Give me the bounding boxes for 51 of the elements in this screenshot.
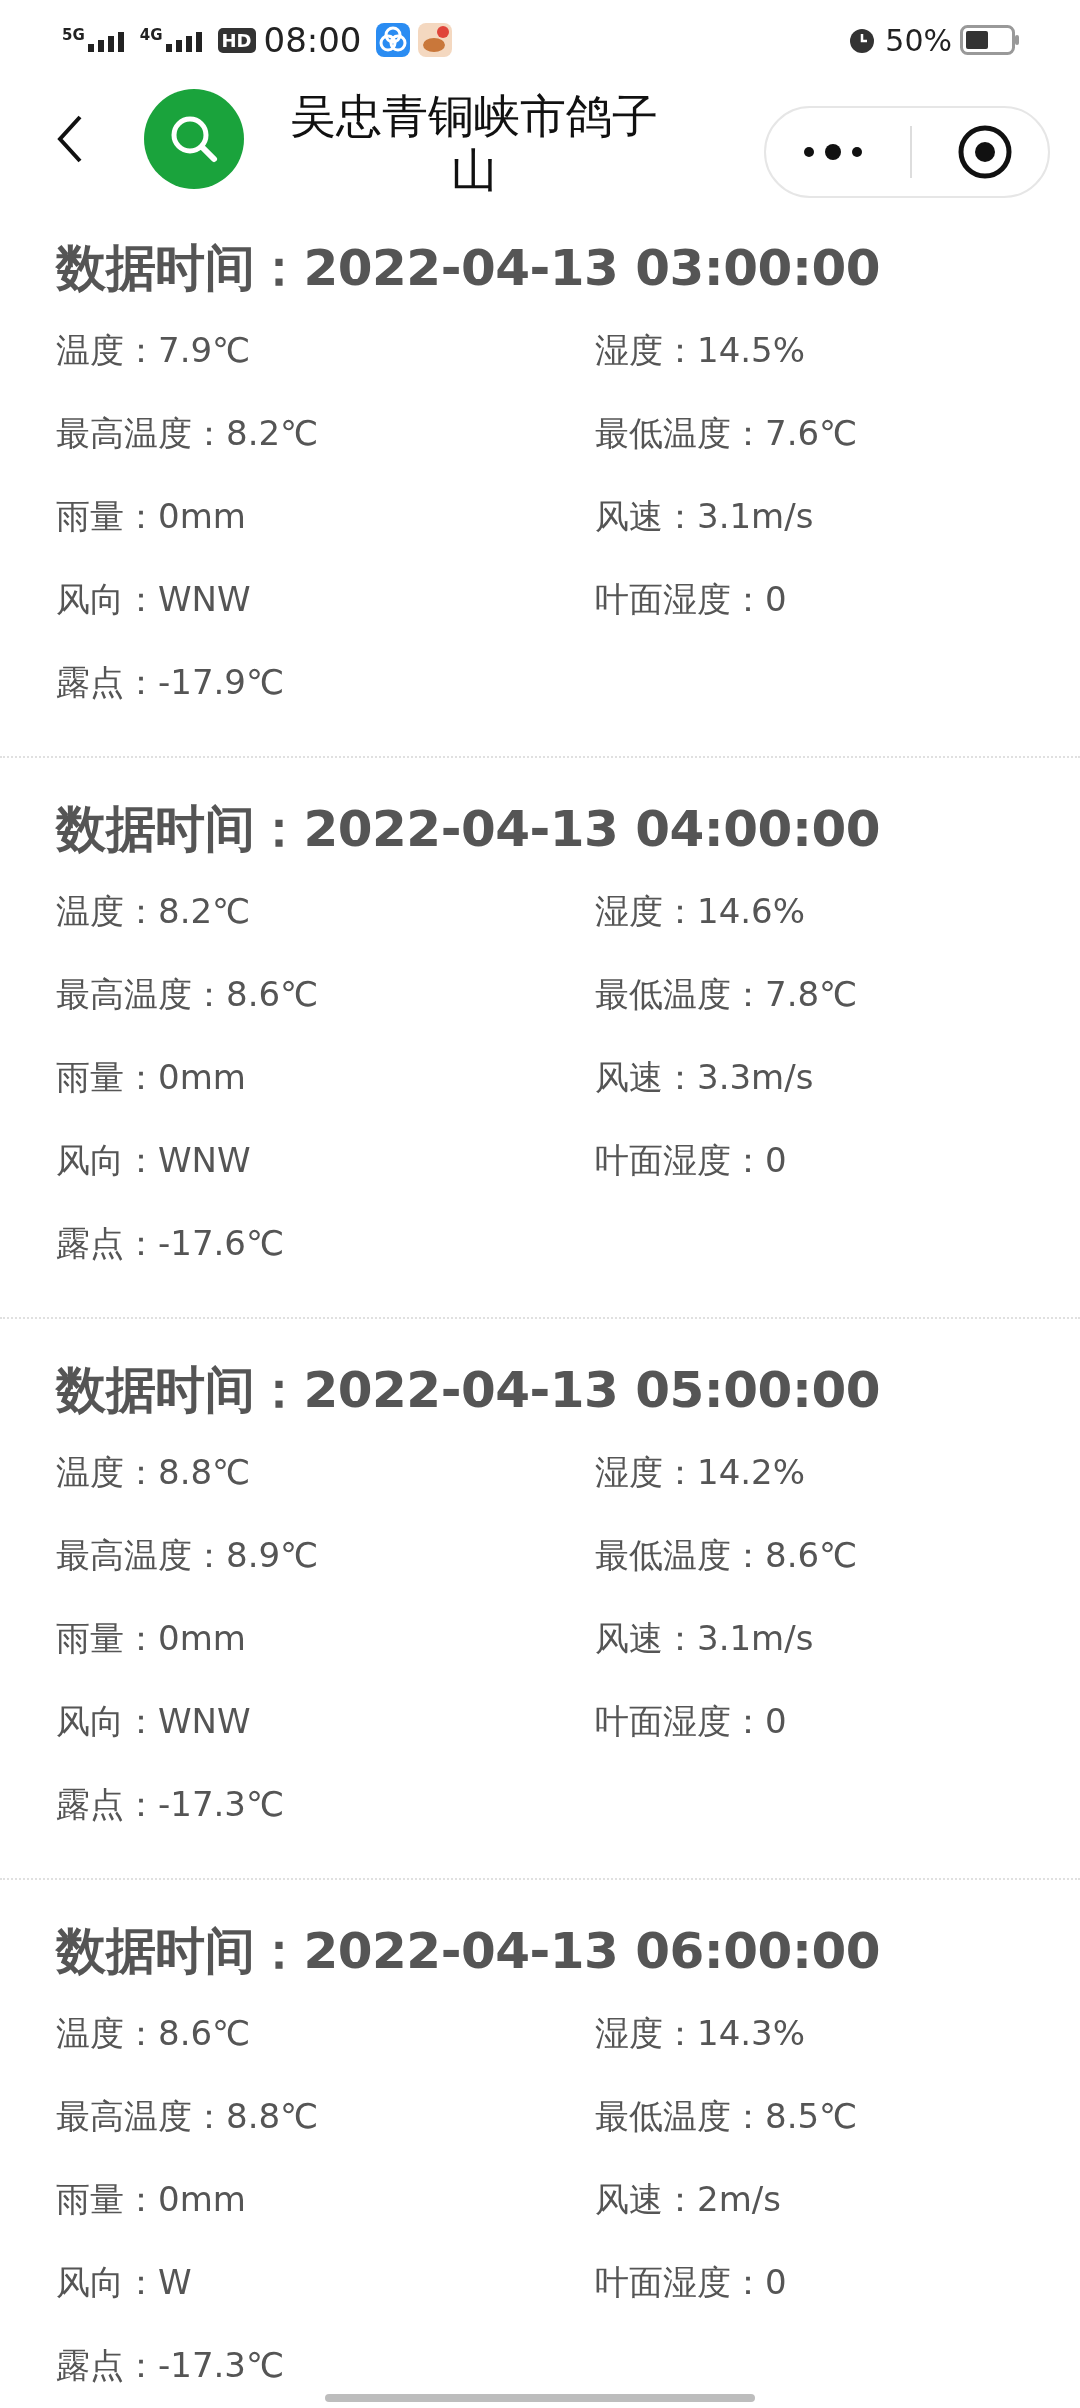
- data-field: 风向：WNW: [56, 574, 251, 624]
- data-field: 风速：3.1m/s: [595, 1613, 814, 1663]
- record-heading: 数据时间：2022-04-13 03:00:00: [56, 238, 881, 299]
- data-field: 风向：WNW: [56, 1135, 251, 1185]
- data-field: 风速：3.3m/s: [595, 1052, 814, 1102]
- clock-time: 08:00: [263, 20, 362, 60]
- data-field: 雨量：0mm: [56, 1613, 246, 1663]
- data-field: 风向：W: [56, 2257, 192, 2307]
- data-field: 风速：2m/s: [595, 2174, 781, 2224]
- record-heading: 数据时间：2022-04-13 06:00:00: [56, 1921, 881, 1982]
- data-field: 温度：8.8℃: [56, 1447, 251, 1497]
- data-field: 叶面湿度：0: [595, 1696, 787, 1746]
- data-field: 风向：WNW: [56, 1696, 251, 1746]
- data-field: 雨量：0mm: [56, 1052, 246, 1102]
- data-field: 最高温度：8.6℃: [56, 969, 319, 1019]
- app-icon: [375, 23, 410, 57]
- data-field: 露点：-17.6℃: [56, 1218, 285, 1268]
- page-title: 吴忠青铜峡市鸽子山: [289, 88, 659, 197]
- data-field: 最低温度：7.6℃: [595, 408, 858, 458]
- data-field: 温度：8.2℃: [56, 886, 251, 936]
- data-field: 露点：-17.3℃: [56, 1779, 285, 1829]
- data-field: 最高温度：8.9℃: [56, 1530, 319, 1580]
- data-field: 叶面湿度：0: [595, 574, 787, 624]
- data-field: 湿度：14.3%: [595, 2008, 805, 2058]
- data-field: 湿度：14.5%: [595, 325, 805, 375]
- data-field: 温度：7.9℃: [56, 325, 251, 375]
- data-field: 湿度：14.2%: [595, 1447, 805, 1497]
- data-field: 最低温度：8.5℃: [595, 2091, 858, 2141]
- data-field: 最低温度：7.8℃: [595, 969, 858, 1019]
- record-heading: 数据时间：2022-04-13 04:00:00: [56, 799, 881, 860]
- record-heading: 数据时间：2022-04-13 05:00:00: [56, 1360, 881, 1421]
- hd-badge: HD: [217, 27, 256, 53]
- data-field: 叶面湿度：0: [595, 1135, 787, 1185]
- data-field: 湿度：14.6%: [595, 886, 805, 936]
- data-field: 风速：3.1m/s: [595, 491, 814, 541]
- data-field: 雨量：0mm: [56, 2174, 246, 2224]
- network-label: 5G: [62, 28, 85, 43]
- data-field: 露点：-17.9℃: [56, 657, 285, 707]
- data-field: 雨量：0mm: [56, 491, 246, 541]
- data-field: 叶面湿度：0: [595, 2257, 787, 2307]
- data-field: 最高温度：8.8℃: [56, 2091, 319, 2141]
- battery-icon: [960, 25, 1020, 55]
- network-label: 4G: [139, 28, 163, 43]
- data-field: 露点：-17.3℃: [56, 2340, 285, 2390]
- data-field: 最高温度：8.2℃: [56, 408, 319, 458]
- app-icon: [417, 23, 452, 57]
- back-icon[interactable]: [56, 113, 84, 164]
- data-field: 最低温度：8.6℃: [595, 1530, 858, 1580]
- data-field: 温度：8.6℃: [56, 2008, 251, 2058]
- search-icon[interactable]: [144, 88, 244, 189]
- battery-percent: 50%: [885, 22, 952, 58]
